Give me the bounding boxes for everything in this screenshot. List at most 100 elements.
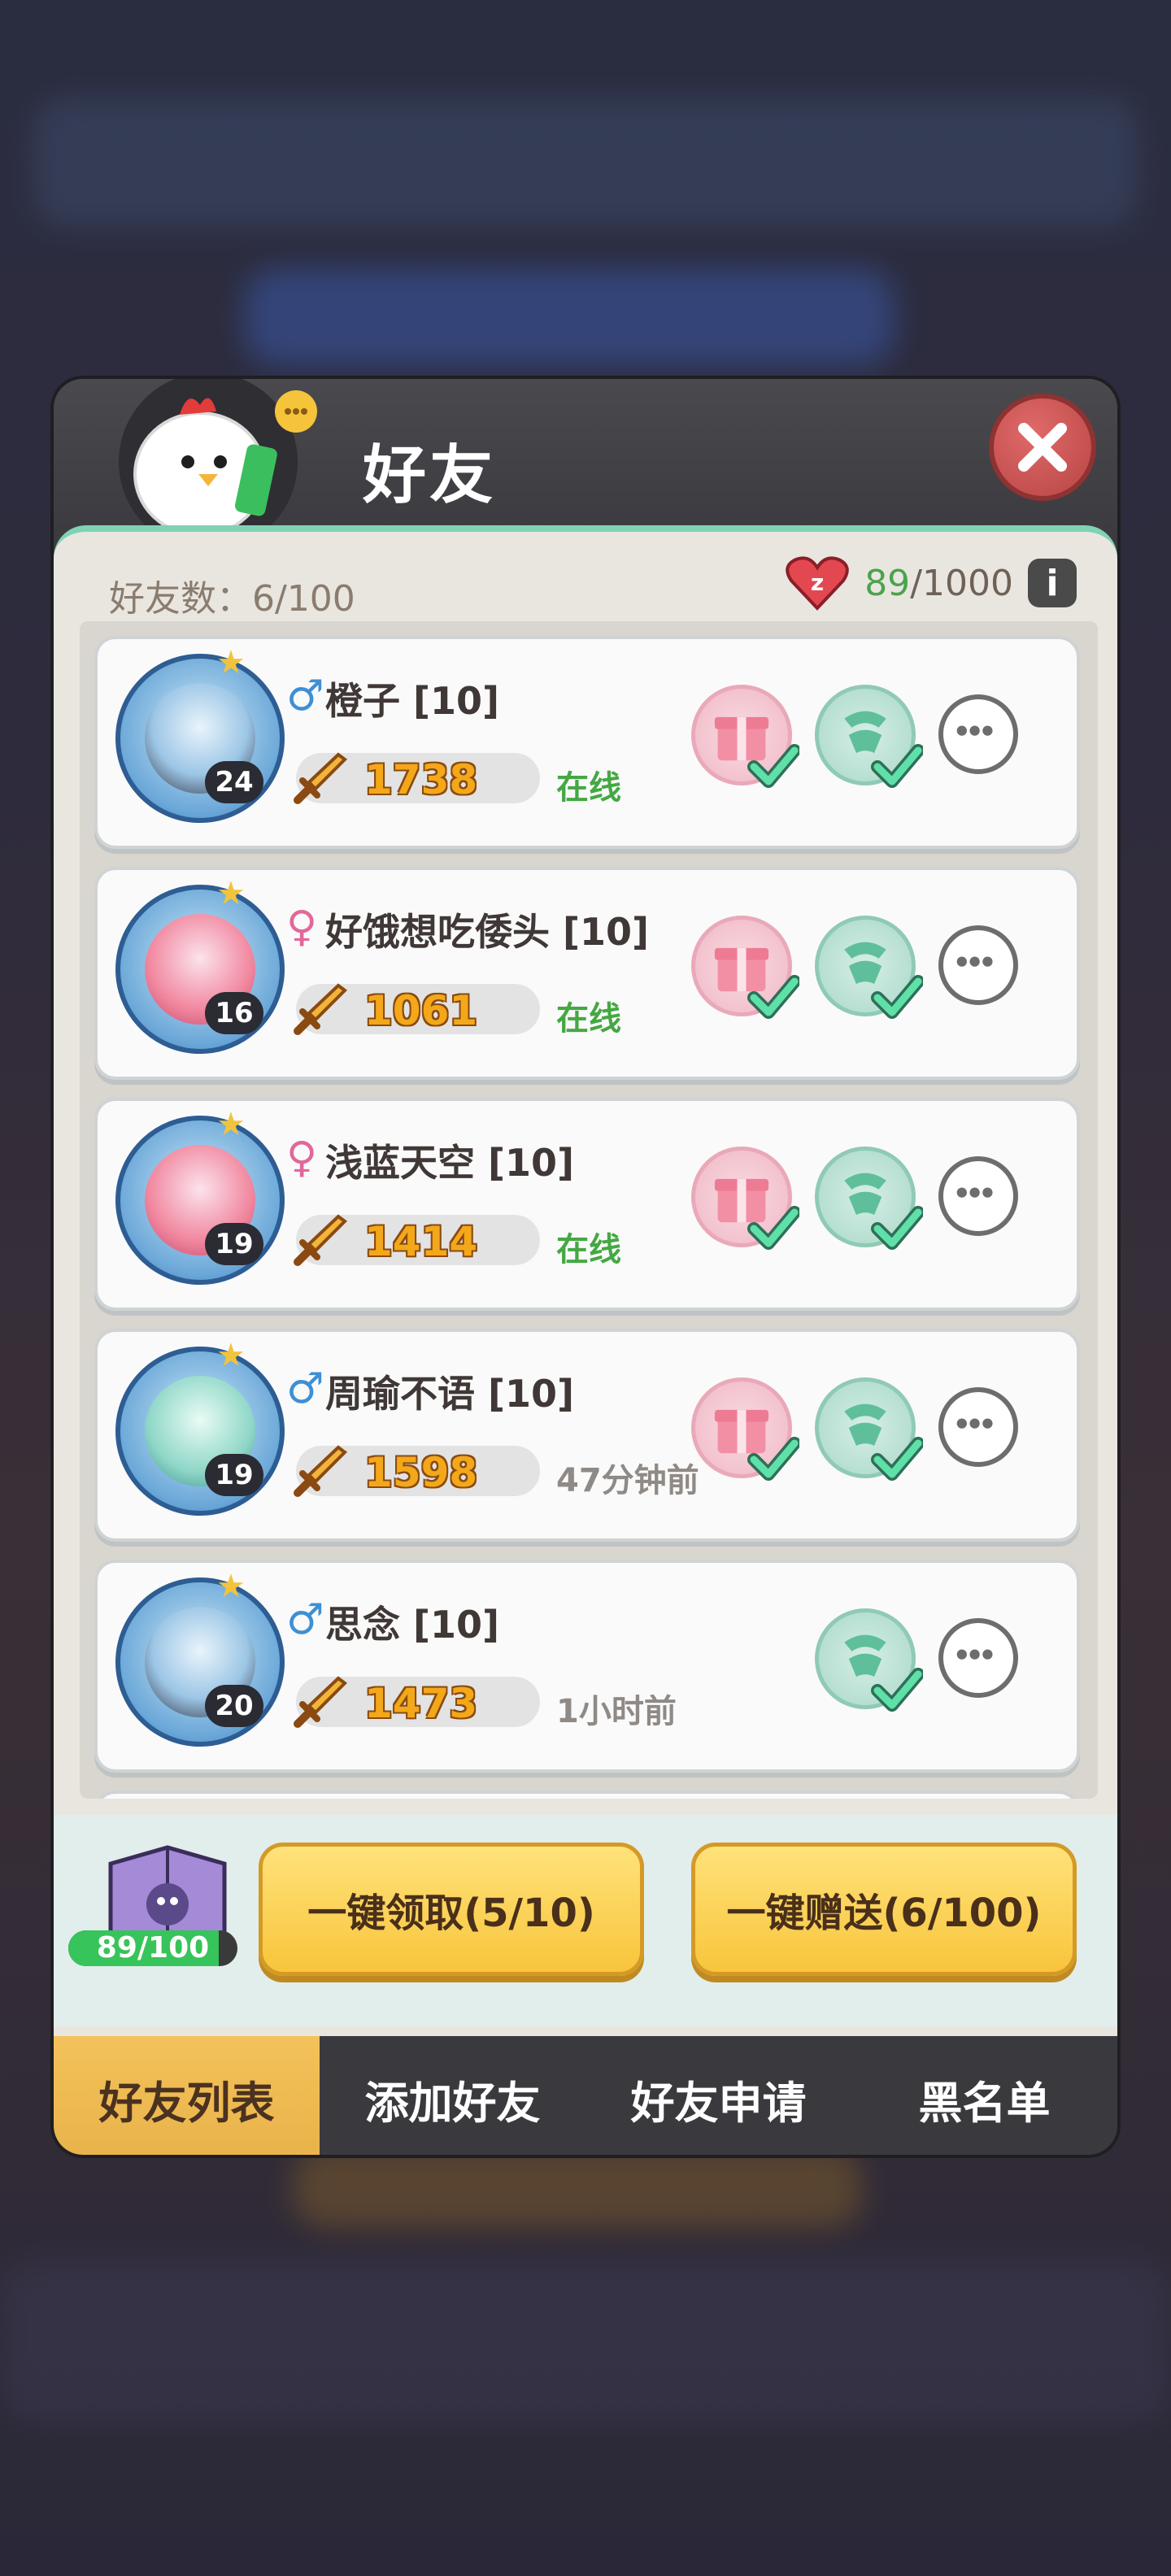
star-icon: ★ — [216, 875, 246, 912]
friend-card[interactable]: ★ 20 ♂ 思念 [10] 1473 1小时前 — [94, 1560, 1080, 1773]
check-icon — [871, 1206, 923, 1250]
hearts-current: 89 — [864, 562, 911, 604]
power-bar: 1061 — [294, 983, 540, 1035]
online-status: 在线 — [556, 769, 621, 807]
gender-icon: ♀ — [286, 1134, 318, 1182]
friend-card-partial — [94, 1791, 1080, 1799]
level-badge: 16 — [205, 992, 263, 1034]
chat-icon — [956, 1187, 993, 1198]
stamina-button[interactable] — [815, 685, 923, 788]
chicken-mascot-icon — [119, 379, 317, 543]
friend-card[interactable]: ★ 19 ♂ 周瑜不语 [10] 1598 47分钟前 — [94, 1329, 1080, 1542]
gender-icon: ♂ — [286, 1364, 324, 1413]
avatar[interactable] — [115, 1347, 285, 1516]
online-status: 1小时前 — [556, 1693, 677, 1730]
power-value: 1598 — [364, 1449, 478, 1496]
check-icon — [747, 1437, 799, 1481]
level-badge: 20 — [205, 1685, 263, 1727]
info-icon[interactable]: i — [1028, 559, 1077, 607]
friend-card[interactable]: ★ 16 ♀ 好饿想吃倭头 [10] 1061 在线 — [94, 867, 1080, 1080]
hearts-counter: z 89/1000 i — [785, 555, 1077, 611]
gender-icon: ♂ — [286, 672, 324, 720]
power-value: 1414 — [364, 1218, 478, 1265]
power-value: 1738 — [364, 756, 478, 803]
tab-blacklist[interactable]: 黑名单 — [851, 2036, 1117, 2155]
star-icon: ★ — [216, 644, 246, 681]
friend-name: 浅蓝天空 [10] — [325, 1141, 575, 1185]
star-icon: ★ — [216, 1106, 246, 1143]
chat-icon — [956, 956, 993, 967]
chat-button[interactable] — [938, 925, 1018, 1005]
friend-name: 好饿想吃倭头 [10] — [325, 910, 650, 954]
claim-all-button[interactable]: 一键领取(5/10) — [259, 1843, 644, 1976]
friend-card[interactable]: ★ 19 ♀ 浅蓝天空 [10] 1414 在线 — [94, 1098, 1080, 1311]
check-icon — [871, 744, 923, 788]
friend-card[interactable]: ★ 24 ♂ 橙子 [10] 1738 在线 — [94, 636, 1080, 849]
avatar[interactable] — [115, 1577, 285, 1747]
avatar[interactable] — [115, 654, 285, 823]
star-icon: ★ — [216, 1568, 246, 1605]
send-gift-button[interactable] — [691, 1147, 799, 1250]
background-blur — [33, 98, 1138, 228]
sword-icon — [294, 1445, 348, 1497]
power-bar: 1598 — [294, 1445, 540, 1497]
power-bar: 1738 — [294, 752, 540, 804]
stamina-button[interactable] — [815, 1608, 923, 1712]
online-status: 47分钟前 — [556, 1462, 699, 1499]
svg-text:z: z — [811, 569, 824, 596]
stamina-button[interactable] — [815, 916, 923, 1019]
chat-icon — [956, 1418, 993, 1429]
stamina-button[interactable] — [815, 1377, 923, 1481]
sword-icon — [294, 752, 348, 804]
power-bar: 1473 — [294, 1676, 540, 1728]
hearts-total: /1000 — [910, 562, 1013, 604]
send-gift-button[interactable] — [691, 685, 799, 788]
power-value: 1473 — [364, 1680, 478, 1727]
chat-button[interactable] — [938, 1618, 1018, 1698]
online-status: 在线 — [556, 1231, 621, 1268]
check-icon — [747, 975, 799, 1019]
avatar[interactable] — [115, 885, 285, 1054]
background-blur — [293, 2147, 862, 2228]
power-bar: 1414 — [294, 1214, 540, 1266]
friend-list[interactable]: ★ 24 ♂ 橙子 [10] 1738 在线 ★ 16 ♀ 好饿想吃倭头 [10… — [80, 621, 1098, 1799]
level-badge: 19 — [205, 1454, 263, 1496]
check-icon — [871, 1437, 923, 1481]
chat-button[interactable] — [938, 1156, 1018, 1236]
tab-friend-requests[interactable]: 好友申请 — [586, 2036, 851, 2155]
sword-icon — [294, 983, 348, 1035]
background-blur — [0, 2261, 1171, 2423]
check-icon — [871, 975, 923, 1019]
sword-icon — [294, 1676, 348, 1728]
background-blur — [244, 268, 895, 366]
panel-body: 好友数：6/100 z 89/1000 i ★ 24 ♂ 橙子 [10] 173… — [54, 525, 1117, 2043]
power-value: 1061 — [364, 987, 478, 1034]
send-all-button[interactable]: 一键赠送(6/100) — [691, 1843, 1077, 1976]
chat-button[interactable] — [938, 694, 1018, 774]
send-gift-button[interactable] — [691, 1377, 799, 1481]
tab-bar: 好友列表 添加好友 好友申请 黑名单 — [54, 2036, 1117, 2155]
chat-button[interactable] — [938, 1387, 1018, 1467]
online-status: 在线 — [556, 1000, 621, 1038]
level-badge: 24 — [205, 761, 263, 803]
star-icon: ★ — [216, 1337, 246, 1374]
level-badge: 19 — [205, 1223, 263, 1265]
friend-name: 周瑜不语 [10] — [325, 1372, 575, 1416]
avatar[interactable] — [115, 1116, 285, 1285]
ticket-count: 89/100 — [68, 1930, 237, 1966]
page-title: 好友 — [363, 439, 497, 512]
chat-icon — [956, 725, 993, 736]
bottom-action-bar: 89/100 一键领取(5/10) 一键赠送(6/100) — [54, 1815, 1117, 2026]
check-icon — [747, 1206, 799, 1250]
friend-name: 思念 [10] — [325, 1603, 500, 1647]
check-icon — [747, 744, 799, 788]
tab-add-friend[interactable]: 添加好友 — [320, 2036, 586, 2155]
sword-icon — [294, 1214, 348, 1266]
stamina-button[interactable] — [815, 1147, 923, 1250]
send-gift-button[interactable] — [691, 916, 799, 1019]
tab-friend-list[interactable]: 好友列表 — [54, 2036, 320, 2155]
gender-icon: ♂ — [286, 1595, 324, 1644]
close-button[interactable] — [989, 394, 1096, 501]
close-icon — [1018, 423, 1067, 472]
gender-icon: ♀ — [286, 903, 318, 951]
